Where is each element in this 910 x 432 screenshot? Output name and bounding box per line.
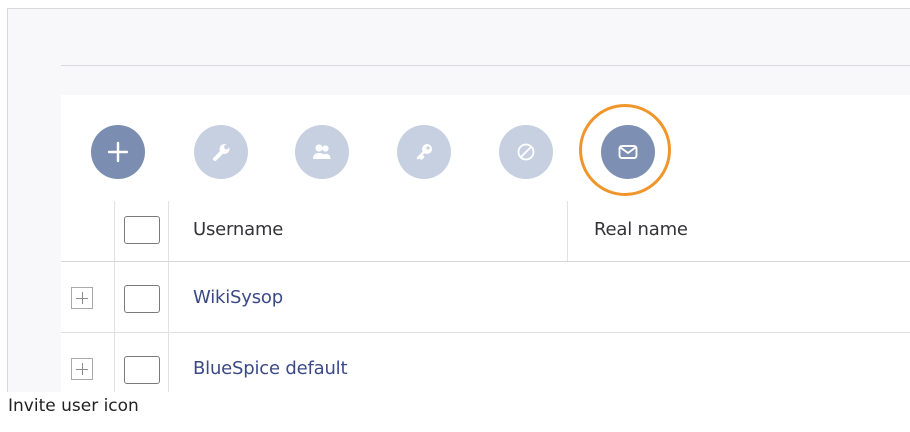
username-link[interactable]: BlueSpice default [193,358,348,379]
expander-cell [61,333,115,392]
expander-cell [61,262,115,332]
username-column-header[interactable]: Username [193,219,283,240]
edit-groups-button[interactable] [295,125,349,179]
expand-row-icon[interactable] [71,287,93,309]
real-name-column-header[interactable]: Real name [594,219,688,240]
checkbox-cell [114,262,169,332]
users-grid: Username Real name WikiSysop BlueSpice d… [61,201,910,392]
envelope-icon [618,145,638,159]
expand-row-icon[interactable] [71,358,93,380]
users-icon [313,144,331,159]
table-row: WikiSysop [61,262,910,333]
table-row: BlueSpice default [61,333,910,392]
row-checkbox[interactable] [124,356,160,384]
select-all-checkbox[interactable] [124,216,160,244]
username-link[interactable]: WikiSysop [193,287,283,308]
user-manager-panel: Username Real name WikiSysop BlueSpice d… [61,95,910,392]
invite-user-button[interactable] [601,125,655,179]
toolbar [91,104,671,196]
row-checkbox[interactable] [124,285,160,313]
image-caption: Invite user icon [8,396,139,416]
wrench-icon [213,144,230,161]
checkbox-column-header [114,201,169,261]
add-user-button[interactable] [91,125,145,179]
block-icon [517,143,535,161]
column-separator [567,201,568,261]
screenshot-frame: Username Real name WikiSysop BlueSpice d… [7,8,910,392]
disable-user-button[interactable] [499,125,553,179]
checkbox-cell [114,333,169,392]
plus-icon [107,141,129,163]
expander-column-header [61,201,115,261]
change-password-button[interactable] [397,125,451,179]
edit-user-button[interactable] [194,125,248,179]
grid-header-row: Username Real name [61,201,910,262]
key-icon [416,144,432,160]
top-divider [61,65,910,66]
